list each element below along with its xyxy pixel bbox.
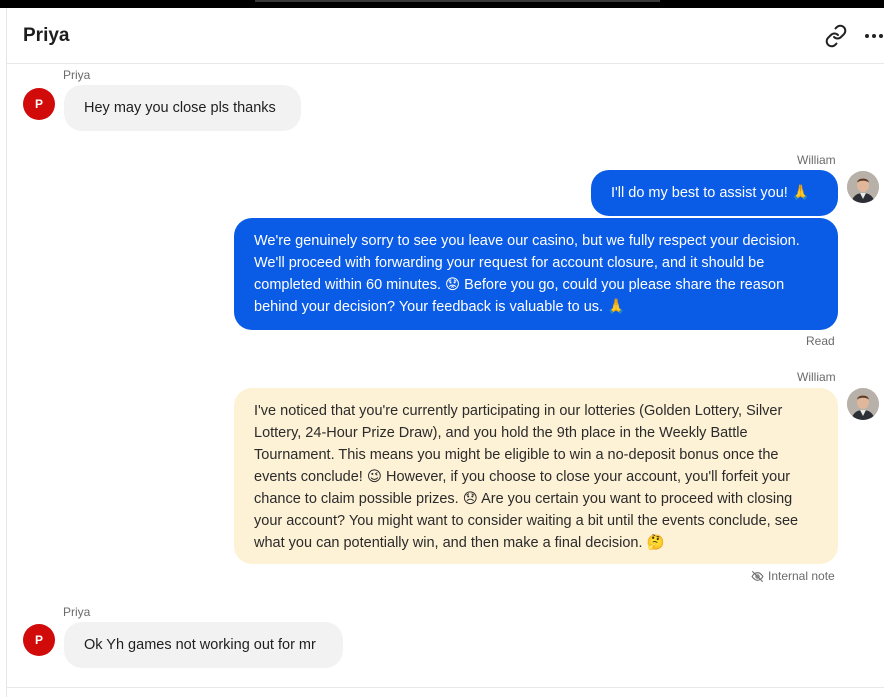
message-sender: William	[797, 153, 836, 167]
avatar	[847, 388, 879, 420]
composer-divider	[7, 687, 884, 688]
message-bubble: Hey may you close pls thanks	[64, 85, 301, 131]
message-bubble: Ok Yh games not working out for mr	[64, 622, 343, 668]
message-sender: Priya	[63, 68, 91, 82]
eye-off-icon	[751, 570, 764, 582]
more-options-icon[interactable]	[863, 24, 884, 48]
avatar: P	[23, 624, 55, 656]
message-sender: William	[797, 370, 836, 384]
avatar	[847, 171, 879, 203]
message-bubble: We're genuinely sorry to see you leave o…	[234, 218, 838, 330]
internal-note-label: Internal note	[751, 569, 835, 583]
conversation-panel: Priya Priya P Hey may you close pls than…	[6, 8, 884, 697]
internal-note-bubble: I've noticed that you're currently parti…	[234, 388, 838, 564]
conversation-header: Priya	[7, 8, 884, 64]
conversation-title: Priya	[23, 25, 70, 46]
read-status: Read	[806, 334, 835, 348]
message-bubble: I'll do my best to assist you! 🙏	[591, 170, 838, 216]
link-icon[interactable]	[824, 24, 848, 48]
window-top-bar	[0, 0, 884, 8]
message-sender: Priya	[63, 605, 91, 619]
avatar: P	[23, 88, 55, 120]
